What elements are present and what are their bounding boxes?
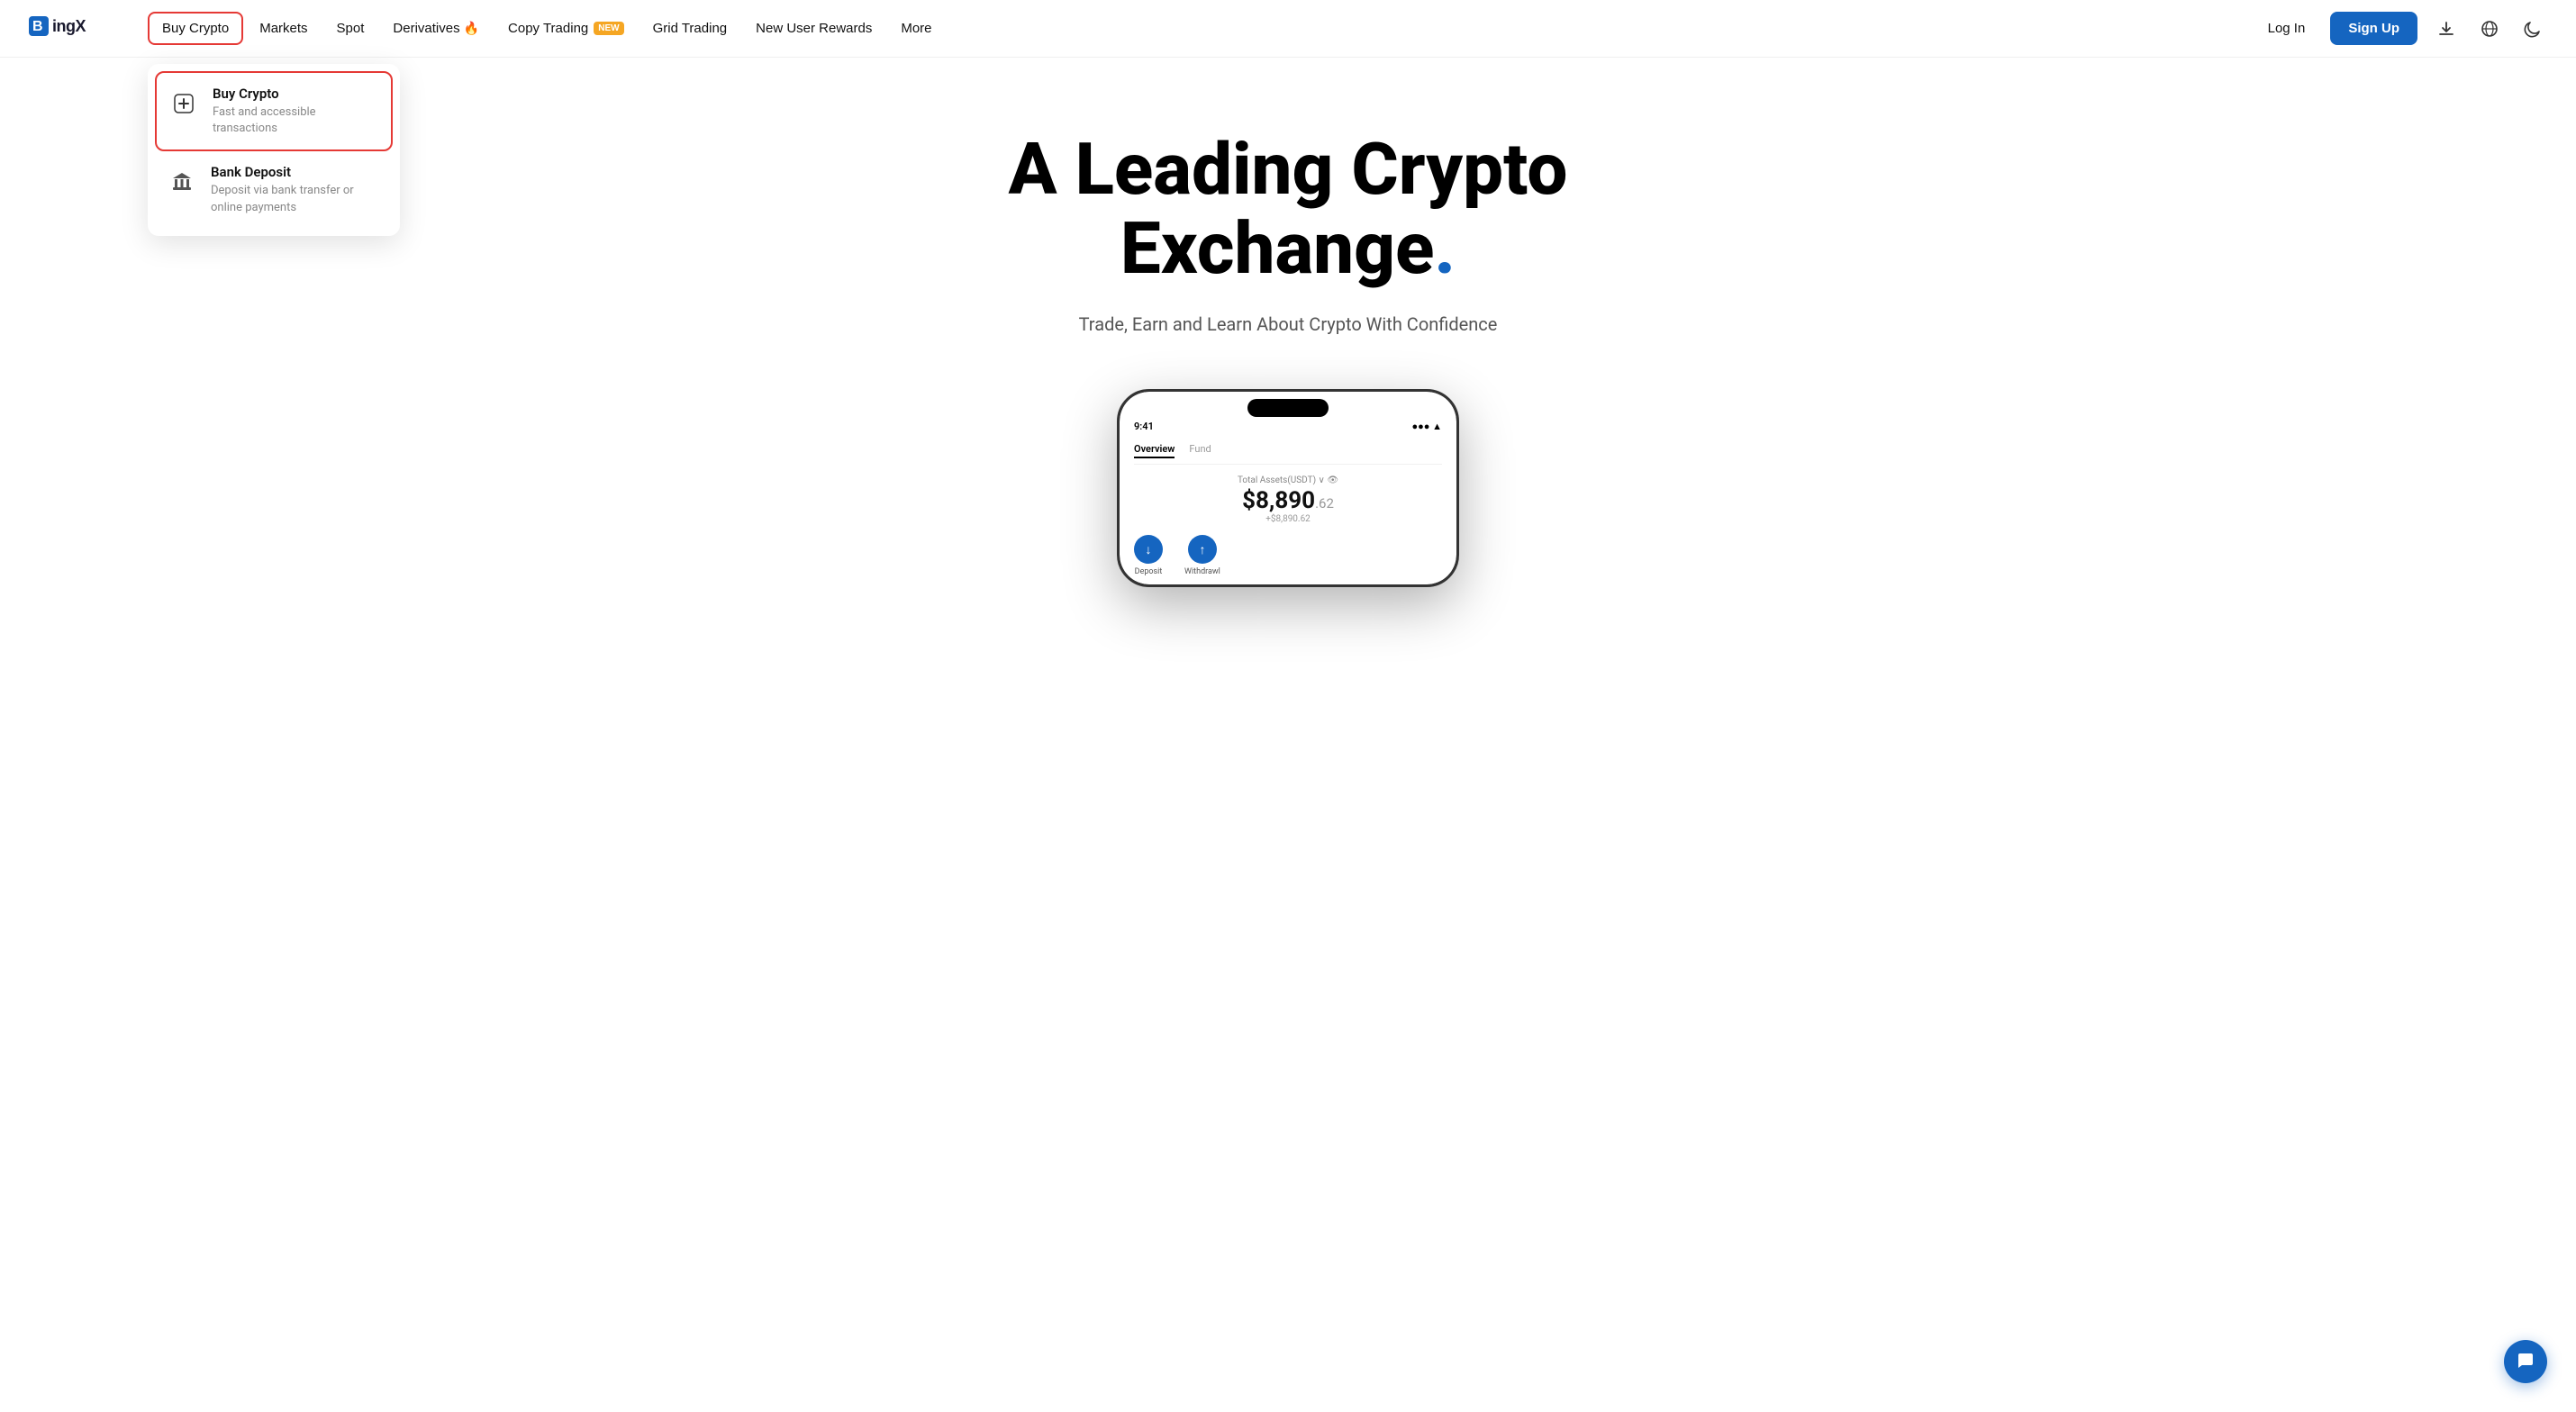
withdraw-icon: ↑: [1188, 535, 1217, 564]
nav-item-buy-crypto[interactable]: Buy Crypto: [148, 12, 243, 45]
nav-item-copy-trading[interactable]: Copy Trading NEW: [495, 14, 637, 43]
nav-item-more[interactable]: More: [888, 14, 944, 43]
phone-assets-label: Total Assets(USDT) ∨ 👁: [1134, 475, 1442, 485]
nav-items: Buy Crypto Buy Crypto Fast and ac: [148, 12, 2257, 45]
globe-icon[interactable]: [2475, 14, 2504, 43]
phone-screen: 9:41 ●●● ▲ Overview Fund Total Assets(US…: [1120, 392, 1456, 584]
dropdown-bank-deposit-title: Bank Deposit: [211, 164, 382, 180]
deposit-icon: ↓: [1134, 535, 1163, 564]
dropdown-buy-crypto-subtitle: Fast and accessible transactions: [213, 104, 380, 137]
download-icon[interactable]: [2432, 14, 2461, 43]
buy-crypto-wrapper: Buy Crypto Buy Crypto Fast and ac: [148, 12, 243, 45]
phone-notch: [1247, 399, 1329, 417]
navbar: B ingX Buy Crypto: [0, 0, 2576, 58]
phone-amount: $8,890.62: [1134, 487, 1442, 514]
buy-crypto-dropdown: Buy Crypto Fast and accessible transacti…: [148, 64, 400, 236]
login-button[interactable]: Log In: [2257, 14, 2317, 43]
dropdown-item-buy-crypto[interactable]: Buy Crypto Fast and accessible transacti…: [155, 71, 393, 151]
dropdown-item-bank-deposit[interactable]: Bank Deposit Deposit via bank transfer o…: [155, 151, 393, 228]
phone-actions: ↓ Deposit ↑ Withdrawl: [1134, 535, 1442, 576]
dropdown-bank-deposit-subtitle: Deposit via bank transfer or online paym…: [211, 183, 382, 215]
signup-button[interactable]: Sign Up: [2330, 12, 2417, 45]
nav-right: Log In Sign Up: [2257, 12, 2547, 45]
hero-subtitle: Trade, Earn and Learn About Crypto With …: [1079, 313, 1498, 335]
fire-icon: 🔥: [464, 21, 479, 36]
nav-item-grid-trading[interactable]: Grid Trading: [640, 14, 740, 43]
svg-text:ingX: ingX: [52, 17, 86, 35]
phone-tab-fund: Fund: [1189, 443, 1211, 458]
chat-bubble[interactable]: [2504, 1340, 2547, 1383]
nav-item-derivatives[interactable]: Derivatives 🔥: [380, 14, 492, 43]
bank-icon: [166, 166, 198, 198]
nav-item-new-user-rewards[interactable]: New User Rewards: [743, 14, 884, 43]
nav-item-spot[interactable]: Spot: [324, 14, 377, 43]
dropdown-buy-crypto-title: Buy Crypto: [213, 86, 380, 102]
plus-icon: [168, 87, 200, 120]
phone-mockup-container: 9:41 ●●● ▲ Overview Fund Total Assets(US…: [1117, 389, 1459, 587]
phone-tabs: Overview Fund: [1134, 443, 1442, 465]
phone-mockup: 9:41 ●●● ▲ Overview Fund Total Assets(US…: [1117, 389, 1459, 587]
phone-tab-overview: Overview: [1134, 443, 1175, 458]
phone-deposit-btn[interactable]: ↓ Deposit: [1134, 535, 1163, 576]
phone-status-bar: 9:41 ●●● ▲: [1134, 421, 1442, 432]
nav-item-markets[interactable]: Markets: [247, 14, 320, 43]
dark-mode-icon[interactable]: [2518, 14, 2547, 43]
hero-title: A Leading Crypto Exchange.: [1009, 130, 1568, 288]
phone-withdraw-btn[interactable]: ↑ Withdrawl: [1184, 535, 1220, 576]
svg-text:B: B: [32, 19, 42, 34]
new-badge: NEW: [594, 22, 623, 35]
hero-dot: .: [1434, 206, 1456, 291]
logo[interactable]: B ingX: [29, 10, 119, 48]
phone-change: +$8,890.62: [1134, 514, 1442, 524]
